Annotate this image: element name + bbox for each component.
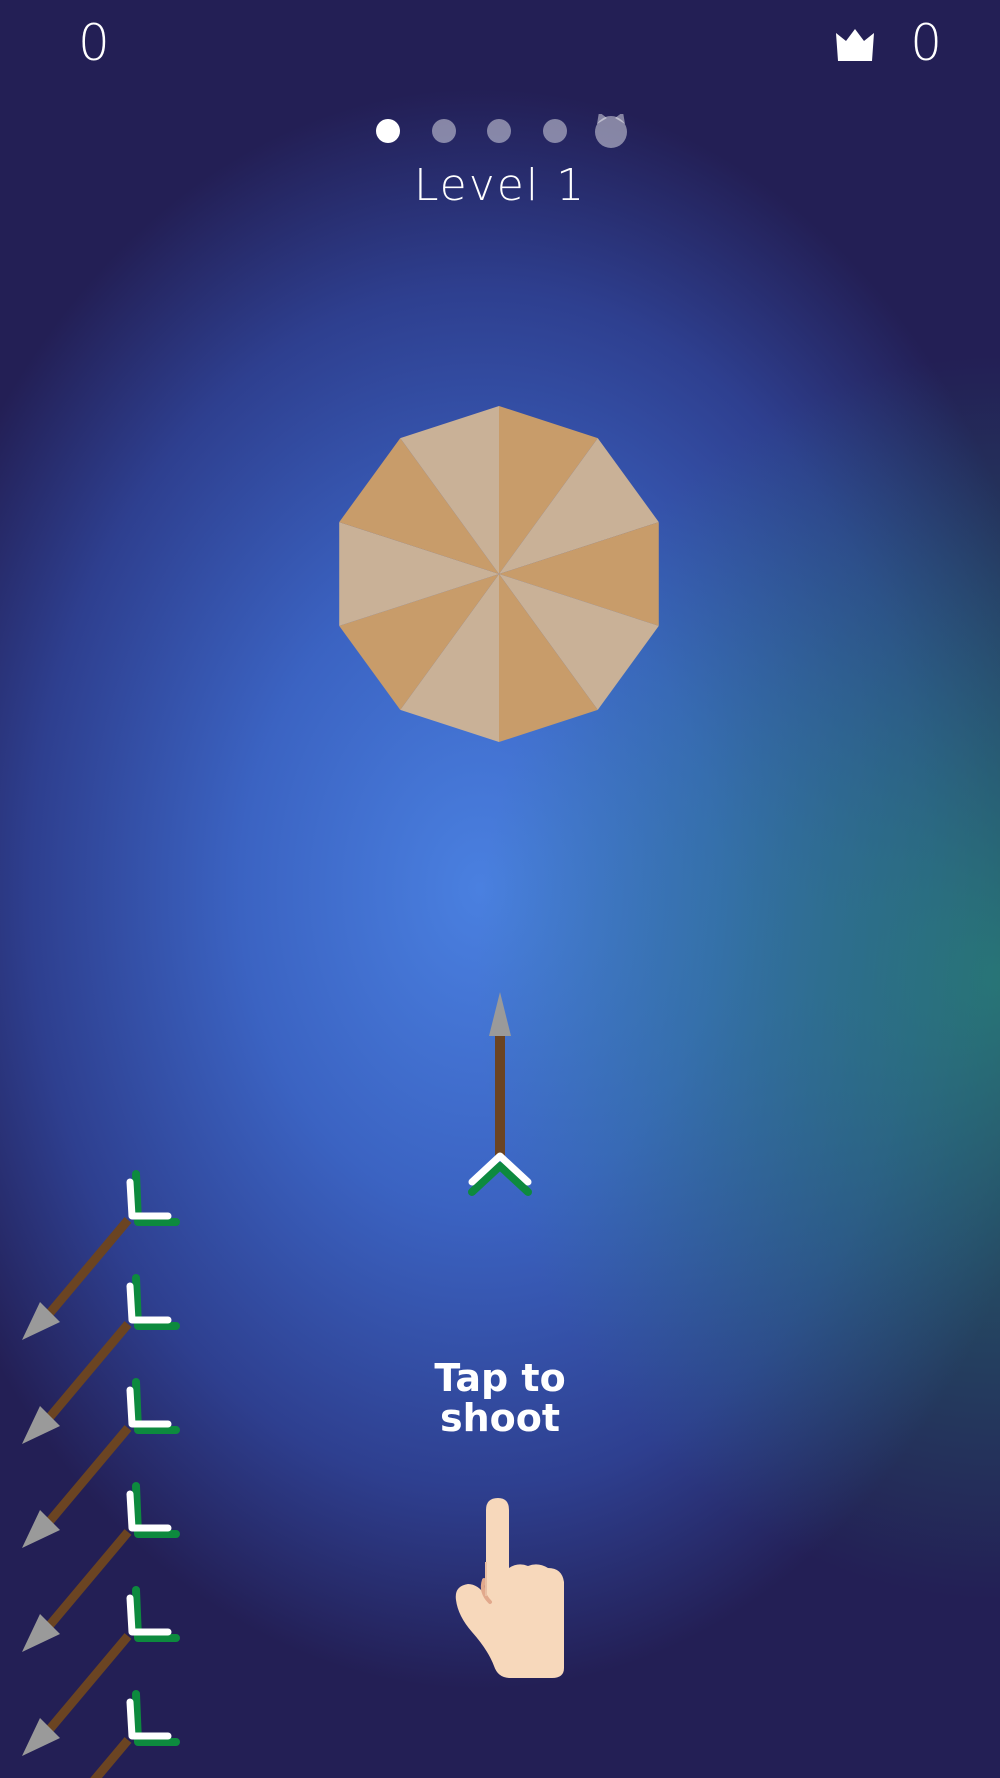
tap-to-shoot-hint: Tap to shoot: [0, 1358, 1000, 1438]
remaining-arrow: [22, 1170, 180, 1340]
ready-arrow: [468, 992, 532, 1196]
stage-dot-3: [487, 119, 511, 143]
remaining-arrows: [22, 1170, 180, 1778]
remaining-arrow: [22, 1482, 180, 1652]
remaining-arrow: [22, 1586, 180, 1756]
stage-dot-2: [432, 119, 456, 143]
stage-dot-4: [543, 119, 567, 143]
hint-line-2: shoot: [439, 1396, 561, 1440]
level-title: Level 1: [413, 160, 587, 211]
arrow-tip: [489, 992, 511, 1036]
pointing-hand-icon: [455, 1498, 564, 1678]
boss-stage-icon: [595, 114, 627, 148]
arrow-shaft: [495, 1028, 505, 1158]
level-progress-dots: [376, 114, 627, 148]
stage-dot-1: [376, 119, 400, 143]
hint-line-1: Tap to: [434, 1356, 566, 1400]
crown-icon: [836, 29, 874, 61]
current-score: 0: [78, 14, 110, 72]
target-wheel[interactable]: [338, 404, 660, 744]
best-score: 0: [910, 14, 942, 72]
